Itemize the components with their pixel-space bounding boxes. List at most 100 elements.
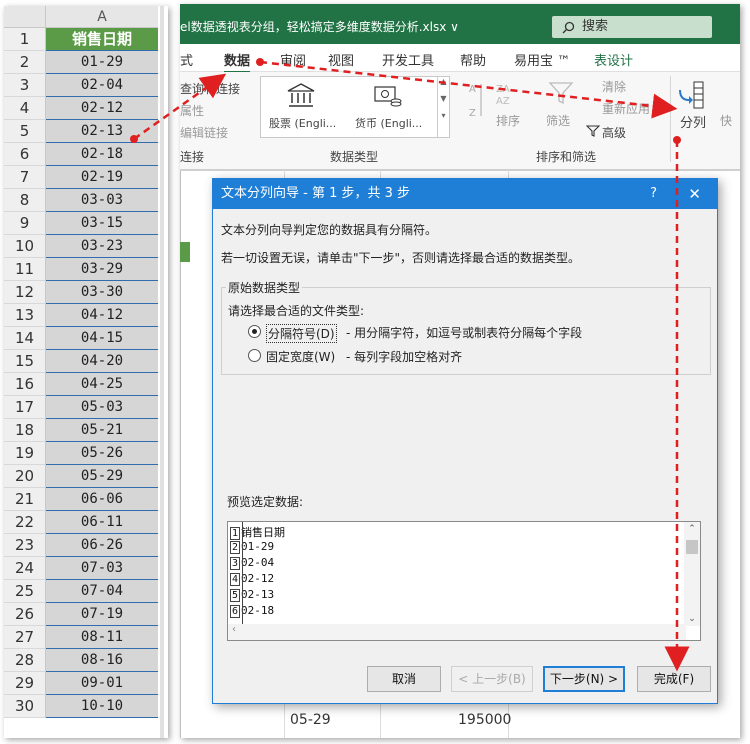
- row-number[interactable]: 21: [4, 488, 46, 511]
- row-number[interactable]: 11: [4, 258, 46, 281]
- advanced-button[interactable]: 高级: [602, 124, 626, 141]
- next-button[interactable]: 下一步(N) >: [543, 666, 625, 692]
- date-cell[interactable]: 04-15: [46, 327, 158, 350]
- scroll-thumb[interactable]: [686, 540, 698, 554]
- currency-button[interactable]: 货币 (Engli...: [355, 115, 422, 131]
- row-number[interactable]: 15: [4, 350, 46, 373]
- row-number[interactable]: 1: [4, 28, 46, 51]
- row-number[interactable]: 6: [4, 143, 46, 166]
- row-number[interactable]: 12: [4, 281, 46, 304]
- row-number[interactable]: 7: [4, 166, 46, 189]
- quick-fill-button[interactable]: 快: [720, 112, 732, 129]
- row-number[interactable]: 3: [4, 74, 46, 97]
- cell-value[interactable]: 195000: [458, 712, 511, 728]
- preview-horizontal-scrollbar[interactable]: ‹: [228, 624, 686, 640]
- header-cell[interactable]: 销售日期: [46, 28, 158, 51]
- column-header-a[interactable]: A: [46, 6, 158, 28]
- row-number[interactable]: 19: [4, 442, 46, 465]
- tab-review[interactable]: 审阅: [280, 50, 306, 69]
- delimited-radio[interactable]: [248, 325, 261, 338]
- tab-help[interactable]: 帮助: [460, 50, 486, 69]
- date-cell[interactable]: 08-16: [46, 649, 158, 672]
- row-number[interactable]: 9: [4, 212, 46, 235]
- select-all-corner[interactable]: [4, 6, 46, 28]
- tab-easyuse[interactable]: 易用宝 ™: [514, 50, 570, 69]
- row-number[interactable]: 29: [4, 672, 46, 695]
- row-number[interactable]: 2: [4, 51, 46, 74]
- filter-button[interactable]: 筛选: [546, 112, 570, 129]
- row-number[interactable]: 4: [4, 97, 46, 120]
- file-name[interactable]: el数据透视表分组，轻松搞定多维度数据分析.xlsx ∨: [180, 18, 459, 35]
- date-cell[interactable]: 07-04: [46, 580, 158, 603]
- date-cell[interactable]: 05-21: [46, 419, 158, 442]
- search-input[interactable]: 搜索: [582, 19, 608, 34]
- row-number[interactable]: 8: [4, 189, 46, 212]
- row-number[interactable]: 17: [4, 396, 46, 419]
- row-number[interactable]: 23: [4, 534, 46, 557]
- tab-view[interactable]: 视图: [328, 50, 354, 69]
- date-cell[interactable]: 03-30: [46, 281, 158, 304]
- date-cell[interactable]: 05-29: [46, 465, 158, 488]
- date-cell[interactable]: 01-29: [46, 51, 158, 74]
- reapply-button[interactable]: 重新应用: [602, 100, 650, 117]
- row-number[interactable]: 27: [4, 626, 46, 649]
- properties[interactable]: 属性: [180, 102, 204, 119]
- date-cell[interactable]: 10-10: [46, 695, 158, 718]
- sort-button[interactable]: 排序: [496, 112, 520, 129]
- scroll-down-icon[interactable]: ⌄: [684, 614, 700, 624]
- date-cell[interactable]: 07-19: [46, 603, 158, 626]
- preview-vertical-scrollbar[interactable]: ⌃ ⌄: [684, 522, 700, 626]
- scroll-up-icon[interactable]: ⌃: [684, 524, 700, 534]
- date-cell[interactable]: 02-04: [46, 74, 158, 97]
- preview-box[interactable]: 1 销售日期 2 01-29 3 02-04 4 02-12 5 02-13 6 02-18 ⌃ ⌄ …: [227, 521, 701, 641]
- date-cell[interactable]: 02-13: [46, 120, 158, 143]
- tab-developer[interactable]: 开发工具: [382, 50, 434, 69]
- close-button[interactable]: ✕: [688, 179, 701, 209]
- date-cell[interactable]: 03-29: [46, 258, 158, 281]
- row-number[interactable]: 20: [4, 465, 46, 488]
- date-cell[interactable]: 06-26: [46, 534, 158, 557]
- row-number[interactable]: 14: [4, 327, 46, 350]
- date-cell[interactable]: 05-26: [46, 442, 158, 465]
- tab-format[interactable]: 式: [180, 50, 193, 69]
- date-cell[interactable]: 04-12: [46, 304, 158, 327]
- gallery-scroll[interactable]: ▲ ▼ ▾: [437, 77, 449, 137]
- date-cell[interactable]: 03-15: [46, 212, 158, 235]
- date-cell[interactable]: 02-18: [46, 143, 158, 166]
- row-number[interactable]: 24: [4, 557, 46, 580]
- help-button[interactable]: ?: [650, 179, 657, 209]
- date-cell[interactable]: 09-01: [46, 672, 158, 695]
- scroll-left-icon[interactable]: ‹: [232, 624, 686, 635]
- date-cell[interactable]: 03-23: [46, 235, 158, 258]
- row-number[interactable]: 16: [4, 373, 46, 396]
- row-number[interactable]: 18: [4, 419, 46, 442]
- back-button[interactable]: < 上一步(B): [451, 666, 533, 692]
- fixed-width-radio[interactable]: [248, 349, 261, 362]
- row-number[interactable]: 26: [4, 603, 46, 626]
- date-cell[interactable]: 05-03: [46, 396, 158, 419]
- date-cell[interactable]: 03-03: [46, 189, 158, 212]
- queries-connections[interactable]: 查询和连接: [180, 80, 240, 97]
- cancel-button[interactable]: 取消: [367, 666, 441, 692]
- tab-table-design[interactable]: 表设计: [594, 50, 633, 69]
- delimited-label[interactable]: 分隔符号(D): [266, 324, 337, 343]
- stock-button[interactable]: 股票 (Engli...: [269, 115, 336, 131]
- row-number[interactable]: 28: [4, 649, 46, 672]
- clear-button[interactable]: 清除: [602, 78, 626, 95]
- date-cell[interactable]: 08-11: [46, 626, 158, 649]
- date-cell[interactable]: 02-19: [46, 166, 158, 189]
- search-box[interactable]: 搜索: [552, 16, 712, 38]
- finish-button[interactable]: 完成(F): [637, 666, 711, 692]
- row-number[interactable]: 22: [4, 511, 46, 534]
- date-cell[interactable]: 02-12: [46, 97, 158, 120]
- text-to-columns-button[interactable]: 分列: [680, 112, 706, 131]
- fixed-width-label[interactable]: 固定宽度(W): [266, 348, 335, 365]
- date-cell[interactable]: 06-11: [46, 511, 158, 534]
- row-number[interactable]: 5: [4, 120, 46, 143]
- edit-links[interactable]: 编辑链接: [180, 124, 228, 141]
- date-cell[interactable]: 04-20: [46, 350, 158, 373]
- row-number[interactable]: 25: [4, 580, 46, 603]
- date-cell[interactable]: 06-06: [46, 488, 158, 511]
- date-cell[interactable]: 04-25: [46, 373, 158, 396]
- row-number[interactable]: 13: [4, 304, 46, 327]
